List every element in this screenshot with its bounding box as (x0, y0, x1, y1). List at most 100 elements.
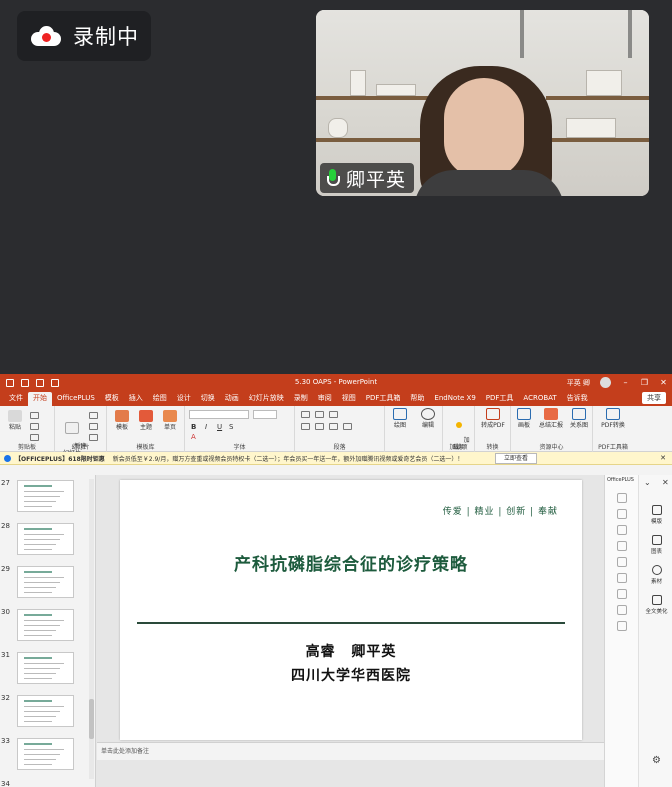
share-button[interactable]: 共享 (642, 392, 666, 404)
tab-4[interactable]: 插入 (124, 392, 148, 406)
section-icon[interactable] (89, 434, 98, 441)
slide-institution[interactable]: 四川大学华西医院 (120, 665, 582, 685)
panel-item[interactable]: 全文美化 (640, 595, 672, 615)
avatar[interactable] (600, 377, 611, 388)
tab-9[interactable]: 幻灯片放映 (244, 392, 289, 406)
font-size-select[interactable] (253, 410, 277, 419)
close-icon[interactable]: ✕ (659, 378, 668, 387)
current-slide[interactable]: 传爱 | 精业 | 创新 | 奉献 产科抗磷脂综合征的诊疗策略 高睿 卿平英 四… (120, 480, 582, 740)
strip-tool-icon[interactable] (617, 557, 627, 567)
panel-item[interactable]: 模版 (640, 505, 672, 525)
strikethrough-button[interactable]: S (229, 423, 233, 431)
slide-thumbnail[interactable]: 29 (0, 565, 96, 603)
chevron-down-icon[interactable]: ⌄ (644, 478, 651, 487)
tab-1[interactable]: 开始 (28, 392, 52, 406)
pdf-icon (486, 408, 500, 420)
slide-number: 29 (1, 565, 10, 573)
user-name[interactable]: 平英 卿 (567, 378, 590, 388)
copy-icon[interactable] (30, 423, 39, 430)
summary-button[interactable]: 总结汇报 (537, 408, 565, 429)
slide-number: 34 (1, 780, 10, 787)
tab-12[interactable]: 视图 (337, 392, 361, 406)
tab-11[interactable]: 审阅 (313, 392, 337, 406)
format-painter-icon[interactable] (30, 434, 39, 441)
tab-15[interactable]: EndNote X9 (429, 392, 480, 406)
find-icon (421, 408, 435, 420)
notes-pane[interactable]: 单击此处添加备注 (97, 742, 604, 760)
tab-18[interactable]: 告诉我 (562, 392, 593, 406)
tab-6[interactable]: 设计 (172, 392, 196, 406)
gear-icon[interactable]: ⚙ (652, 755, 661, 766)
align-center-icon[interactable] (315, 423, 324, 430)
relation-button[interactable]: 关系图 (567, 408, 591, 429)
tab-5[interactable]: 绘图 (148, 392, 172, 406)
recording-badge[interactable]: 录制中 (17, 11, 151, 61)
strip-tool-icon[interactable] (617, 621, 627, 631)
justify-icon[interactable] (343, 423, 352, 430)
microphone-icon[interactable] (326, 169, 340, 187)
slide-thumbnail[interactable]: 31 (0, 651, 96, 689)
panel-item[interactable]: 素材 (640, 565, 672, 585)
close-panel-icon[interactable]: ✕ (662, 478, 669, 487)
paste-button[interactable]: 粘贴 (4, 410, 26, 431)
slide-authors[interactable]: 高睿 卿平英 (120, 641, 582, 661)
panel-item-label: 模版 (650, 519, 662, 525)
tab-7[interactable]: 切换 (196, 392, 220, 406)
underline-button[interactable]: U (217, 423, 222, 431)
align-right-icon[interactable] (329, 423, 338, 430)
tab-10[interactable]: 录制 (289, 392, 313, 406)
addin-icon (456, 422, 462, 428)
italic-button[interactable]: I (205, 423, 207, 431)
indent-icon[interactable] (329, 411, 338, 418)
tab-8[interactable]: 动画 (220, 392, 244, 406)
shapes-icon (393, 408, 407, 420)
template-button[interactable]: 模板 (111, 410, 133, 431)
board-button[interactable]: 画板 (513, 408, 535, 429)
slide-thumbnail[interactable]: 34 (0, 780, 96, 787)
minimize-icon[interactable]: – (621, 378, 630, 387)
slide-thumbnail[interactable]: 28 (0, 522, 96, 560)
close-notice-icon[interactable]: ✕ (660, 454, 666, 462)
font-name-select[interactable] (189, 410, 249, 419)
layout-icon[interactable] (89, 412, 98, 419)
strip-tool-icon[interactable] (617, 573, 627, 583)
convert-group: 转成PDF 转换 (475, 406, 511, 452)
panel-item[interactable]: 图表 (640, 535, 672, 555)
edit-button[interactable]: 编辑 (417, 408, 439, 429)
reset-icon[interactable] (89, 423, 98, 430)
strip-tool-icon[interactable] (617, 509, 627, 519)
draw-button[interactable]: 绘图 (389, 408, 411, 429)
numbering-icon[interactable] (315, 411, 324, 418)
tab-17[interactable]: ACROBAT (518, 392, 561, 406)
bullets-icon[interactable] (301, 411, 310, 418)
theme-button[interactable]: 主题 (135, 410, 157, 431)
align-left-icon[interactable] (301, 423, 310, 430)
pdf-convert-button[interactable]: PDF转换 (596, 408, 630, 429)
panel-item-icon (651, 565, 662, 575)
tab-2[interactable]: OfficePLUS (52, 392, 100, 406)
tab-13[interactable]: PDF工具箱 (361, 392, 406, 406)
slide-thumbnail[interactable]: 33 (0, 737, 96, 775)
slide-thumbnail[interactable]: 27 (0, 479, 96, 517)
cut-icon[interactable] (30, 412, 39, 419)
slide-title[interactable]: 产科抗磷脂综合征的诊疗策略 (120, 550, 582, 575)
slide-thumbnail[interactable]: 32 (0, 694, 96, 732)
restore-icon[interactable]: ❐ (640, 378, 649, 387)
tab-14[interactable]: 帮助 (405, 392, 429, 406)
participant-video[interactable]: 卿平英 (316, 10, 649, 196)
tab-0[interactable]: 文件 (4, 392, 28, 406)
font-color-button[interactable]: A (191, 433, 196, 441)
single-page-button[interactable]: 单页 (159, 410, 181, 431)
slide-thumbnail[interactable]: 30 (0, 608, 96, 646)
strip-tool-icon[interactable] (617, 589, 627, 599)
info-icon (4, 454, 11, 462)
strip-tool-icon[interactable] (617, 605, 627, 615)
view-now-button[interactable]: 立即查看 (495, 453, 538, 464)
strip-tool-icon[interactable] (617, 541, 627, 551)
tab-16[interactable]: PDF工具 (481, 392, 519, 406)
strip-tool-icon[interactable] (617, 525, 627, 535)
bold-button[interactable]: B (191, 423, 196, 431)
strip-tool-icon[interactable] (617, 493, 627, 503)
to-pdf-button[interactable]: 转成PDF (478, 408, 508, 429)
tab-3[interactable]: 模板 (100, 392, 124, 406)
